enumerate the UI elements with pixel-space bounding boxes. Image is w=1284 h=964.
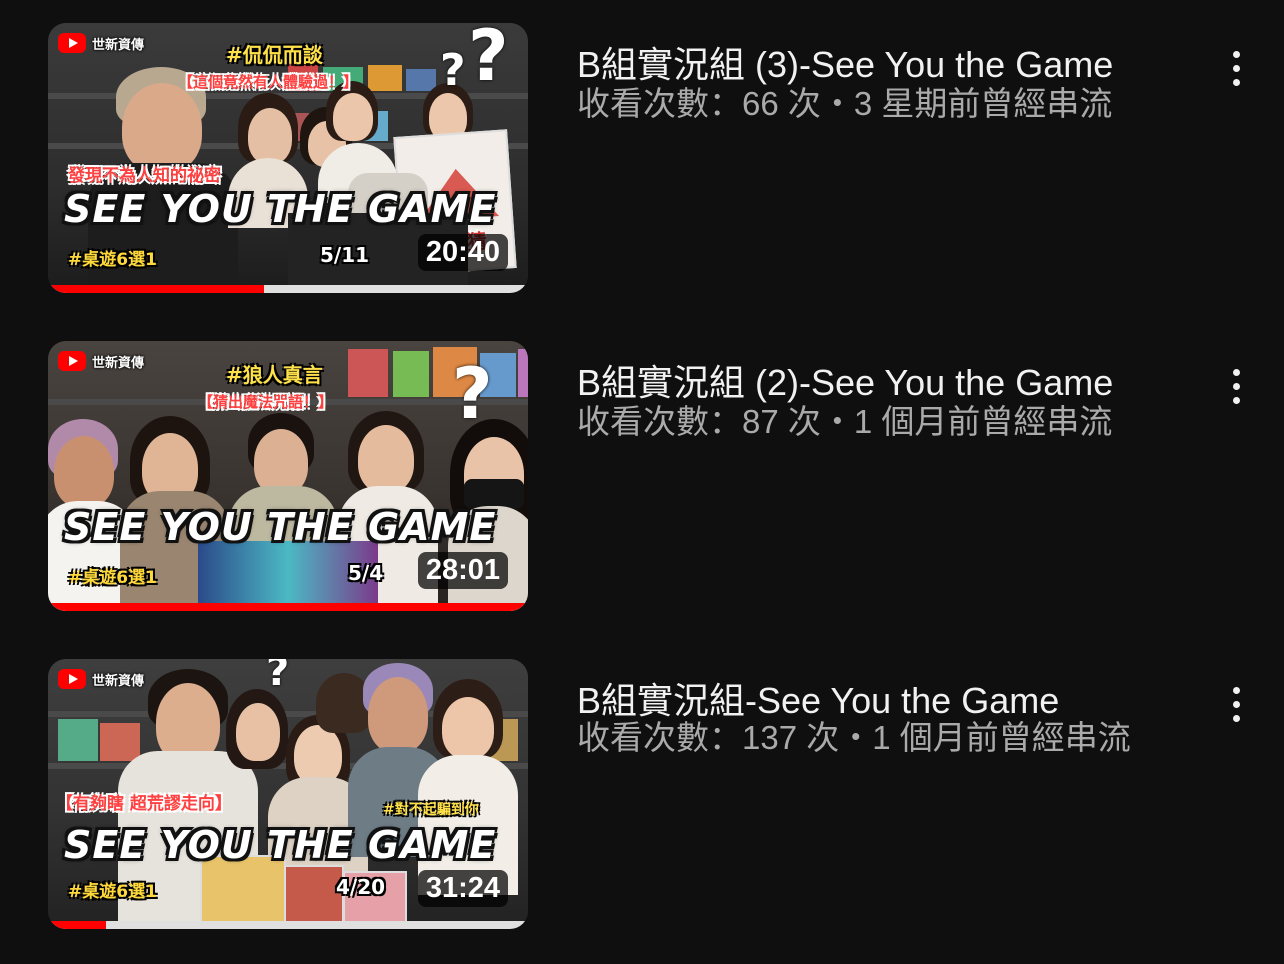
video-item[interactable]: ? 世新資傳 #狼人真言 【猜出魔法咒語！】 SEE YOU THE GAME …	[0, 341, 1284, 611]
duration-badge: 28:01	[417, 552, 508, 589]
channel-watermark: 世新資傳	[58, 33, 144, 53]
more-vert-icon[interactable]	[1222, 51, 1250, 97]
video-metadata: 收看次數：66 次・3 星期前曾經串流	[577, 85, 1113, 122]
thumbnail-date: 5/11	[320, 243, 370, 267]
youtube-icon	[58, 33, 86, 53]
watch-progress-fill	[48, 921, 106, 929]
video-thumbnail[interactable]: 侃侃而猜 ? ? 世新資傳 #侃侃而談 【這個竟然有人體驗過！】 發現不為人知的…	[48, 23, 528, 293]
video-item[interactable]: 侃侃而猜 ? ? 世新資傳 #侃侃而談 【這個竟然有人體驗過！】 發現不為人知的…	[0, 23, 1284, 293]
thumbnail-date: 5/4	[348, 561, 384, 585]
thumbnail-red-caption: 【猜出魔法咒語！】	[198, 393, 334, 411]
video-info[interactable]: B組實況組 (2)-See You the Game 收看次數：87 次・1 個…	[577, 341, 1197, 443]
question-mark-doodle: ?	[266, 659, 290, 695]
question-mark-doodle: ?	[440, 45, 466, 96]
duration-badge: 31:24	[417, 870, 508, 907]
video-thumbnail[interactable]: ? 世新資傳 【有夠瞎 超荒謬走向】 #對不起騙到你 SEE YOU THE G…	[48, 659, 528, 929]
video-info[interactable]: B組實況組 (3)-See You the Game 收看次數：66 次・3 星…	[577, 23, 1197, 125]
more-vert-icon[interactable]	[1222, 687, 1250, 733]
thumbnail-hashtag-bottom: #桌遊6選1	[68, 568, 157, 588]
channel-watermark: 世新資傳	[58, 351, 144, 371]
duration-badge: 20:40	[417, 234, 508, 271]
watch-progress-fill	[48, 285, 264, 293]
thumbnail-big-title: SEE YOU THE GAME	[64, 505, 497, 549]
thumbnail-hashtag-top: #侃侃而談	[226, 43, 323, 67]
thumbnail-hashtag-side: #對不起騙到你	[383, 802, 479, 818]
channel-watermark-text: 世新資傳	[92, 355, 145, 371]
youtube-icon	[58, 351, 86, 371]
channel-watermark-text: 世新資傳	[92, 37, 145, 53]
video-title[interactable]: B組實況組 (2)-See You the Game	[577, 359, 1197, 407]
video-item[interactable]: ? 世新資傳 【有夠瞎 超荒謬走向】 #對不起騙到你 SEE YOU THE G…	[0, 659, 1284, 929]
thumbnail-hashtag-bottom: #桌遊6選1	[68, 250, 157, 270]
question-mark-doodle: ?	[468, 23, 509, 97]
question-mark-doodle: ?	[452, 353, 493, 435]
watch-progress-bar	[48, 603, 528, 611]
video-metadata: 收看次數：87 次・1 個月前曾經串流	[577, 403, 1113, 440]
youtube-icon	[58, 669, 86, 689]
video-title[interactable]: B組實況組 (3)-See You the Game	[577, 41, 1197, 89]
video-thumbnail[interactable]: ? 世新資傳 #狼人真言 【猜出魔法咒語！】 SEE YOU THE GAME …	[48, 341, 528, 611]
thumbnail-big-title: SEE YOU THE GAME	[64, 187, 497, 231]
thumbnail-big-title: SEE YOU THE GAME	[64, 823, 497, 867]
more-vert-icon[interactable]	[1222, 369, 1250, 415]
video-info[interactable]: B組實況組-See You the Game 收看次數：137 次・1 個月前曾…	[577, 659, 1197, 759]
channel-watermark: 世新資傳	[58, 669, 144, 689]
video-metadata: 收看次數：137 次・1 個月前曾經串流	[577, 719, 1131, 756]
thumbnail-red-caption: 【這個竟然有人體驗過！】	[178, 73, 359, 91]
watch-progress-bar	[48, 921, 528, 929]
channel-watermark-text: 世新資傳	[92, 673, 145, 689]
thumbnail-secret-caption: 發現不為人知的祕密	[68, 166, 221, 186]
watch-progress-fill	[48, 603, 528, 611]
thumbnail-hashtag-top: #狼人真言	[226, 363, 323, 387]
thumbnail-hashtag-bottom: #桌遊6選1	[68, 882, 157, 902]
thumbnail-red-caption: 【有夠瞎 超荒謬走向】	[56, 794, 232, 814]
thumbnail-date: 4/20	[336, 875, 386, 899]
watch-progress-bar	[48, 285, 528, 293]
